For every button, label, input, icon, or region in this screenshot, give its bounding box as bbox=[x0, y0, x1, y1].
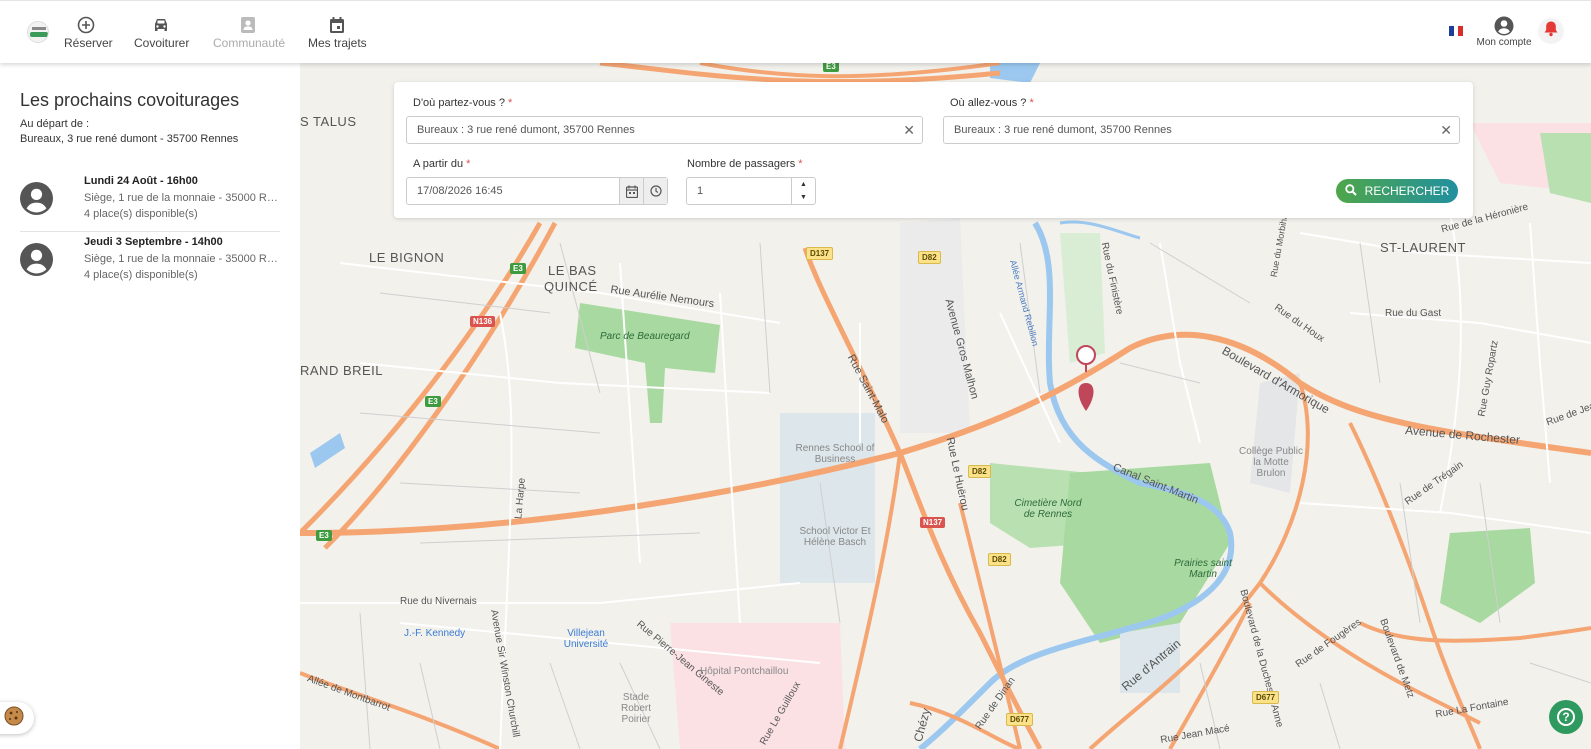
map-poi-label: Rennes School of Business bbox=[795, 443, 875, 465]
account-label: Mon compte bbox=[1476, 37, 1532, 48]
trip-item[interactable]: Lundi 24 Août - 16h00 Siège, 1 rue de la… bbox=[20, 175, 280, 235]
top-navigation-bar: Réserver Covoiturer Communauté Mes traje… bbox=[0, 0, 1591, 63]
trip-seats: 4 place(s) disponible(s) bbox=[84, 208, 198, 220]
map-street-label: Rue du Nivernais bbox=[400, 596, 477, 607]
trip-date: Jeudi 3 Septembre - 14h00 bbox=[84, 236, 223, 248]
bell-icon bbox=[1543, 20, 1559, 42]
language-flag-fr[interactable] bbox=[1449, 26, 1464, 36]
map-park-label: Cimetière Nord de Rennes bbox=[1014, 498, 1082, 520]
map-poi-label: Hôpital Pontchaillou bbox=[700, 666, 789, 677]
question-icon: ? bbox=[1557, 708, 1575, 726]
app-logo[interactable] bbox=[27, 21, 49, 43]
calendar-picker-button[interactable] bbox=[619, 178, 643, 204]
map-place-label: QUINCÉ bbox=[544, 279, 598, 294]
map-road-shield: D82 bbox=[988, 553, 1011, 566]
trip-address: Siège, 1 rue de la monnaie - 35000 Renne… bbox=[84, 192, 279, 204]
trip-seats: 4 place(s) disponible(s) bbox=[84, 269, 198, 281]
map-road-shield: N137 bbox=[920, 517, 946, 528]
to-input[interactable] bbox=[954, 124, 1449, 136]
map-poi-label: Stade Robert Poirier bbox=[620, 692, 651, 725]
search-button[interactable]: RECHERCHER bbox=[1336, 179, 1458, 203]
nav-communaute-label: Communauté bbox=[213, 36, 286, 50]
map-place-label: ST-LAURENT bbox=[1380, 240, 1466, 255]
trip-address: Siège, 1 rue de la monnaie - 35000 Renne… bbox=[84, 253, 279, 265]
from-input[interactable] bbox=[417, 124, 912, 136]
nav-mes-trajets-label: Mes trajets bbox=[308, 36, 367, 50]
nav-mes-trajets[interactable]: Mes trajets bbox=[308, 15, 367, 55]
nav-communaute[interactable]: Communauté bbox=[213, 15, 286, 55]
clear-to-icon[interactable]: ✕ bbox=[1440, 122, 1452, 139]
date-input[interactable] bbox=[417, 185, 617, 197]
passengers-input[interactable] bbox=[697, 185, 777, 197]
map-road-shield: D677 bbox=[1252, 691, 1280, 704]
map-place-label: LE BIGNON bbox=[369, 250, 445, 265]
cookie-settings-button[interactable] bbox=[0, 702, 34, 734]
date-label: A partir du * bbox=[413, 158, 471, 170]
passengers-label: Nombre de passagers * bbox=[687, 158, 803, 170]
search-panel: D'où partez-vous ?* ✕ Où allez-vous ?* ✕… bbox=[394, 82, 1473, 218]
map-poi-label: Collège Public la Motte Brulon bbox=[1239, 446, 1303, 479]
trip-date: Lundi 24 Août - 16h00 bbox=[84, 175, 198, 187]
user-circle-icon bbox=[1474, 16, 1534, 36]
plus-circle-icon bbox=[64, 15, 108, 35]
user-avatar-icon bbox=[20, 182, 53, 215]
nav-covoiturer-label: Covoiturer bbox=[134, 36, 190, 50]
map-road-shield: D82 bbox=[918, 251, 941, 264]
map-place-label: RAND BREIL bbox=[300, 363, 384, 378]
map-road-shield: E3 bbox=[823, 63, 839, 72]
map-road-shield: D677 bbox=[1006, 713, 1034, 726]
map-park-label: Prairies saint Martin bbox=[1174, 558, 1232, 580]
passengers-spinner[interactable]: ▲ ▼ bbox=[791, 178, 815, 204]
date-field[interactable] bbox=[406, 177, 668, 205]
upcoming-carpools-sidebar: Les prochains covoiturages Au départ de … bbox=[0, 63, 300, 749]
sidebar-title: Les prochains covoiturages bbox=[20, 90, 240, 110]
nav-covoiturer[interactable]: Covoiturer bbox=[134, 15, 190, 55]
account-menu[interactable]: Mon compte bbox=[1474, 16, 1534, 48]
map-road-shield: E3 bbox=[510, 263, 526, 274]
map-park-label: Parc de Beauregard bbox=[600, 331, 690, 342]
map-transit-label: Villejean Université bbox=[563, 628, 609, 650]
map-road-shield: D137 bbox=[806, 247, 834, 260]
cookie-icon bbox=[4, 706, 24, 731]
to-label: Où allez-vous ? * bbox=[950, 97, 1034, 109]
map-road-shield: E3 bbox=[425, 396, 441, 407]
trip-divider bbox=[20, 231, 280, 232]
nav-reserver[interactable]: Réserver bbox=[64, 15, 113, 55]
user-avatar-icon bbox=[20, 243, 53, 276]
car-icon bbox=[134, 15, 188, 35]
time-picker-button[interactable] bbox=[643, 178, 667, 204]
map-place-label: S TALUS bbox=[300, 114, 357, 129]
map-transit-label: J.-F. Kennedy bbox=[404, 628, 466, 639]
map-road-shield: D82 bbox=[968, 465, 991, 478]
from-label: D'où partez-vous ? * bbox=[413, 97, 513, 109]
nav-reserver-label: Réserver bbox=[64, 36, 113, 50]
help-button[interactable]: ? bbox=[1549, 700, 1583, 734]
search-icon bbox=[1344, 183, 1357, 199]
search-button-label: RECHERCHER bbox=[1364, 184, 1450, 198]
trip-item[interactable]: Jeudi 3 Septembre - 14h00 Siège, 1 rue d… bbox=[20, 236, 280, 296]
decrement-icon[interactable]: ▼ bbox=[792, 191, 815, 204]
map-road-shield: N136 bbox=[470, 316, 496, 327]
clear-from-icon[interactable]: ✕ bbox=[903, 122, 915, 139]
map-poi-label: School Victor Et Hélène Basch bbox=[799, 526, 871, 548]
map-road-shield: E3 bbox=[316, 530, 332, 541]
departure-label: Au départ de : bbox=[20, 118, 90, 130]
departure-address: Bureaux, 3 rue rené dumont - 35700 Renne… bbox=[20, 133, 239, 145]
contact-card-icon bbox=[213, 15, 283, 35]
calendar-icon bbox=[308, 15, 366, 35]
increment-icon[interactable]: ▲ bbox=[792, 178, 815, 191]
to-field[interactable]: ✕ bbox=[943, 116, 1460, 144]
map-place-label: LE BAS bbox=[548, 263, 597, 278]
notifications-button[interactable] bbox=[1538, 18, 1564, 44]
map-street-label: Rue du Gast bbox=[1385, 308, 1442, 319]
passengers-stepper[interactable]: ▲ ▼ bbox=[686, 177, 816, 205]
from-field[interactable]: ✕ bbox=[406, 116, 923, 144]
